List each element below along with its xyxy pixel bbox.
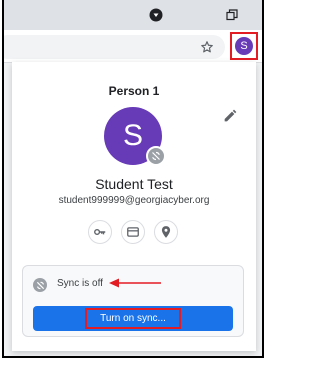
panel-title: Person 1 — [108, 84, 160, 98]
annotation-arrow — [109, 278, 161, 288]
user-email: student999999@georgiacyber.org — [58, 195, 210, 206]
user-name: Student Test — [95, 176, 173, 192]
restore-window-icon[interactable] — [223, 6, 241, 24]
sync-button-label: Turn on sync... — [85, 308, 181, 329]
sync-card: Sync is off Turn on sync... — [22, 265, 244, 337]
toolbar — [4, 30, 262, 63]
location-pin-icon[interactable] — [154, 220, 178, 244]
star-icon[interactable] — [198, 38, 216, 56]
profile-button[interactable]: S — [230, 32, 258, 60]
edit-icon[interactable] — [222, 108, 238, 124]
profile-panel: Person 1 S Student Test student999999@ge… — [12, 62, 256, 351]
sync-status: Sync is off — [57, 278, 103, 289]
key-icon[interactable] — [88, 220, 112, 244]
profile-avatar-small: S — [235, 37, 253, 55]
browser-window: S Person 1 S Student Test student999999@… — [2, 0, 264, 358]
credit-card-icon[interactable] — [121, 220, 145, 244]
turn-on-sync-button[interactable]: Turn on sync... — [33, 306, 233, 331]
sync-off-icon — [33, 278, 47, 292]
titlebar — [4, 0, 262, 30]
address-bar[interactable] — [4, 35, 225, 59]
sync-paused-icon — [146, 146, 166, 166]
media-control-icon[interactable] — [147, 6, 165, 24]
